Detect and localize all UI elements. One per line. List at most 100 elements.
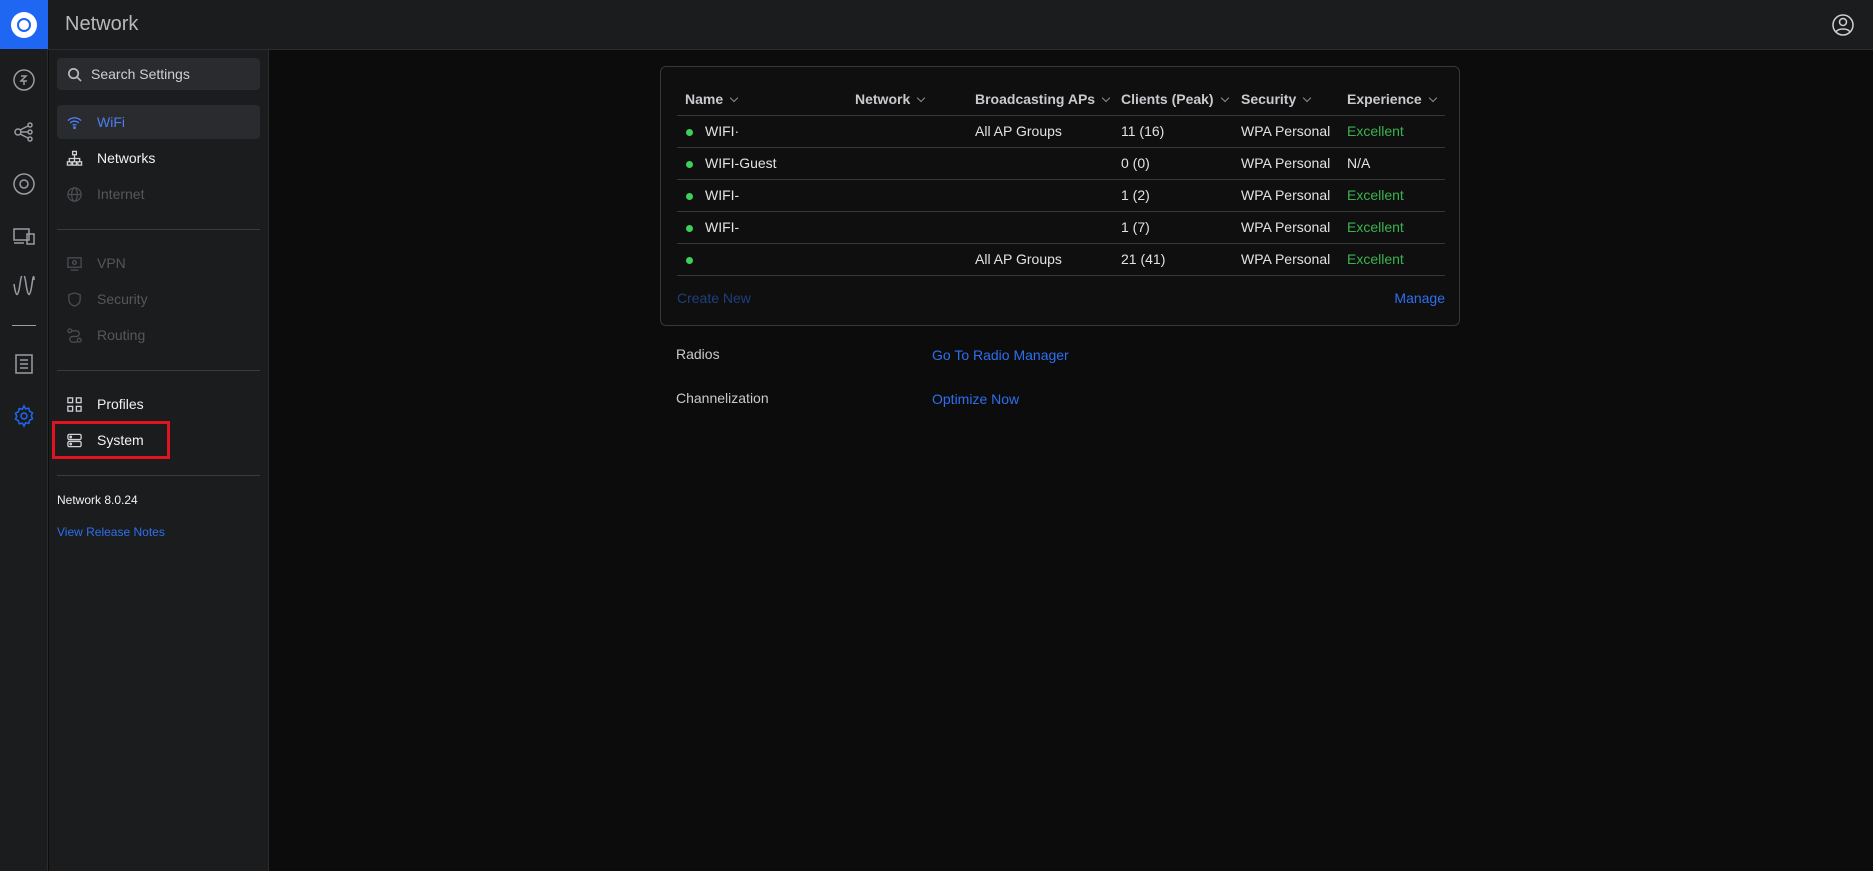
- app-version: Network 8.0.24: [57, 493, 138, 507]
- wifi-security: WPA Personal: [1233, 243, 1339, 276]
- profiles-icon: [67, 396, 82, 412]
- wifi-experience: N/A: [1339, 147, 1445, 180]
- wifi-aps: [967, 147, 1113, 180]
- optimize-now-link[interactable]: Optimize Now: [932, 391, 1019, 407]
- wifi-table: Name Network Broadcasting APs Clients (P…: [677, 83, 1445, 276]
- wifi-icon: [67, 116, 82, 129]
- wifi-experience: Excellent: [1339, 211, 1445, 244]
- settings-icon[interactable]: [10, 402, 38, 430]
- wifi-network: [847, 115, 967, 148]
- wifi-clients: 0 (0): [1113, 147, 1233, 180]
- wifi-clients: 21 (41): [1113, 243, 1233, 276]
- go-to-radio-manager-link[interactable]: Go To Radio Manager: [932, 347, 1069, 363]
- sidebar-item-label: Internet: [97, 186, 145, 202]
- wifi-clients: 11 (16): [1113, 115, 1233, 148]
- status-dot-icon: [686, 192, 693, 200]
- wifi-aps: All AP Groups: [967, 243, 1113, 276]
- wifi-name: WIFI-: [705, 187, 740, 203]
- column-header-name[interactable]: Name: [677, 83, 847, 116]
- sidebar-item-label: Security: [97, 291, 148, 307]
- wifi-network: [847, 179, 967, 212]
- column-header-security[interactable]: Security: [1233, 83, 1339, 116]
- clients-icon[interactable]: [10, 222, 38, 250]
- sidebar-item-label: VPN: [97, 255, 126, 271]
- status-dot-icon: [686, 160, 693, 168]
- wifi-experience: Excellent: [1339, 115, 1445, 148]
- wifi-clients: 1 (7): [1113, 211, 1233, 244]
- wifi-network: [847, 243, 967, 276]
- wifi-security: WPA Personal: [1233, 179, 1339, 212]
- system-icon: [67, 433, 82, 447]
- wifi-networks-card: Name Network Broadcasting APs Clients (P…: [660, 66, 1460, 326]
- wifi-security: WPA Personal: [1233, 147, 1339, 180]
- wifi-security: WPA Personal: [1233, 115, 1339, 148]
- sidebar-item-label: System: [97, 432, 144, 448]
- sidebar-item-wifi[interactable]: WiFi: [57, 105, 260, 139]
- wifi-aps: All AP Groups: [967, 115, 1113, 148]
- search-icon: [68, 67, 82, 82]
- ubiquiti-logo-icon[interactable]: [0, 0, 48, 49]
- insights-icon[interactable]: [10, 274, 38, 302]
- sidebar-item-networks[interactable]: Networks: [57, 141, 260, 175]
- status-dot-icon: [686, 128, 693, 136]
- view-release-notes-link[interactable]: View Release Notes: [57, 525, 165, 539]
- sidebar-item-label: WiFi: [97, 114, 125, 130]
- wifi-network: [847, 147, 967, 180]
- sidebar-item-label: Networks: [97, 150, 156, 166]
- chevron-down-icon: [1303, 93, 1312, 102]
- wifi-experience: Excellent: [1339, 243, 1445, 276]
- network-tree-icon: [66, 150, 83, 166]
- column-header-clients[interactable]: Clients (Peak): [1113, 83, 1233, 116]
- table-row[interactable]: WIFI- 1 (2) WPA Personal Excellent: [677, 179, 1445, 212]
- sidebar-item-label: Routing: [97, 327, 146, 343]
- sidebar-item-system[interactable]: System: [57, 423, 260, 457]
- icon-rail: [0, 0, 48, 871]
- globe-icon: [67, 186, 82, 202]
- vpn-icon: [67, 256, 82, 271]
- table-header-row: Name Network Broadcasting APs Clients (P…: [677, 83, 1445, 116]
- table-row[interactable]: WIFI- 1 (7) WPA Personal Excellent: [677, 211, 1445, 244]
- wifi-name: WIFI-Guest: [705, 155, 777, 171]
- wifi-experience: Excellent: [1339, 179, 1445, 212]
- create-new-button[interactable]: Create New: [677, 290, 751, 306]
- dashboard-icon[interactable]: [10, 66, 38, 94]
- column-header-experience[interactable]: Experience: [1339, 83, 1445, 116]
- sidebar-item-routing[interactable]: Routing: [57, 318, 260, 352]
- sidebar-item-vpn[interactable]: VPN: [57, 246, 260, 280]
- wifi-clients: 1 (2): [1113, 179, 1233, 212]
- sidebar-divider: [57, 229, 260, 230]
- card-footer: Create New Manage: [677, 290, 1445, 310]
- sidebar-item-profiles[interactable]: Profiles: [57, 387, 260, 421]
- sidebar-item-internet[interactable]: Internet: [57, 177, 260, 211]
- status-dot-icon: [686, 224, 693, 232]
- search-input[interactable]: [91, 66, 251, 82]
- app-title: Network: [65, 13, 139, 35]
- table-row[interactable]: WIFI· All AP Groups 11 (16) WPA Personal…: [677, 115, 1445, 148]
- user-avatar-icon[interactable]: [1831, 13, 1855, 37]
- chevron-down-icon: [916, 93, 926, 102]
- column-header-network[interactable]: Network: [847, 83, 967, 116]
- logs-icon[interactable]: [10, 350, 38, 378]
- manage-button[interactable]: Manage: [1394, 290, 1445, 306]
- wifi-name: WIFI-: [705, 219, 740, 235]
- search-settings[interactable]: [57, 58, 260, 90]
- chevron-down-icon: [729, 93, 739, 102]
- status-dot-icon: [686, 256, 693, 264]
- wifi-network: [847, 211, 967, 244]
- settings-sidebar: WiFi Networks Internet VPN Security Rout…: [49, 50, 269, 871]
- rail-divider: [12, 325, 36, 326]
- devices-icon[interactable]: [10, 170, 38, 198]
- topology-icon[interactable]: [10, 118, 38, 146]
- wifi-aps: [967, 179, 1113, 212]
- sidebar-item-security[interactable]: Security: [57, 282, 260, 316]
- column-header-broadcasting-aps[interactable]: Broadcasting APs: [967, 83, 1113, 116]
- radios-label: Radios: [676, 346, 720, 362]
- wifi-name: WIFI·: [705, 123, 740, 139]
- shield-icon: [68, 291, 81, 307]
- table-row[interactable]: WIFI-Guest 0 (0) WPA Personal N/A: [677, 147, 1445, 180]
- routing-icon: [67, 327, 82, 343]
- chevron-down-icon: [1220, 93, 1229, 102]
- table-row[interactable]: All AP Groups 21 (41) WPA Personal Excel…: [677, 243, 1445, 276]
- chevron-down-icon: [1428, 93, 1437, 102]
- wifi-security: WPA Personal: [1233, 211, 1339, 244]
